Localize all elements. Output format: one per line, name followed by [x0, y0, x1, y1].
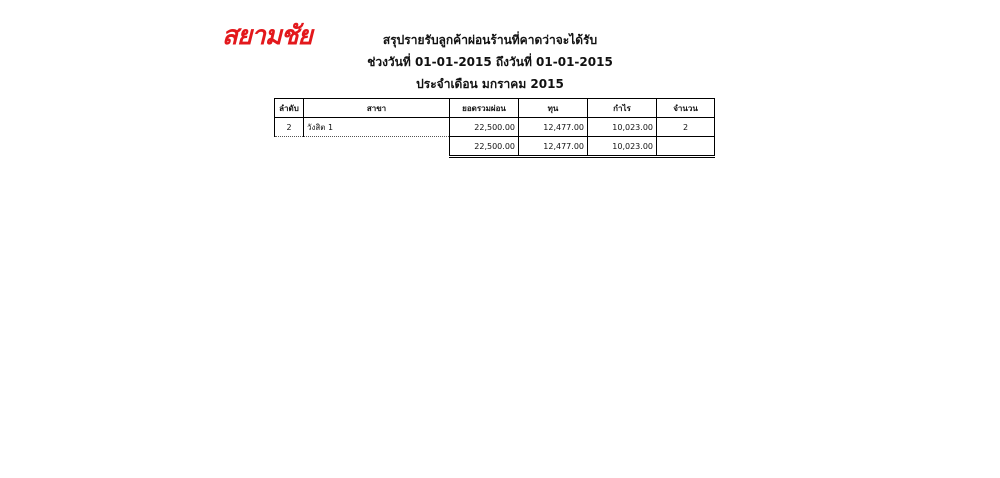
- header-count: จำนวน: [656, 98, 715, 118]
- report-period: ช่วงวันที่ 01-01-2015 ถึงวันที่ 01-01-20…: [367, 55, 613, 69]
- header-profit: กำไร: [587, 98, 657, 118]
- header-branch: สาขา: [303, 98, 450, 118]
- report-month: ประจำเดือน มกราคม 2015: [416, 77, 564, 91]
- report-title: สรุปรายรับลูกค้าผ่อนร้านที่คาดว่าจะได้รั…: [382, 33, 598, 47]
- totals-blank-branch: [304, 137, 450, 157]
- totals-blank-seq: [275, 137, 304, 157]
- cell-profit: 10,023.00: [587, 117, 657, 137]
- cell-branch: วังสิต 1: [303, 117, 450, 137]
- count-sum: [656, 136, 715, 158]
- table-header-row: ลำดับ สาขา ยอดรวมผ่อน ทุน กำไร จำนวน: [274, 98, 715, 118]
- total-sum: 22,500.00: [449, 136, 519, 158]
- table-row: 2 วังสิต 1 22,500.00 12,477.00 10,023.00…: [274, 117, 715, 137]
- header-cost: ทุน: [518, 98, 588, 118]
- cell-cost: 12,477.00: [518, 117, 588, 137]
- profit-sum: 10,023.00: [587, 136, 657, 158]
- cell-seq: 2: [274, 117, 304, 137]
- header-total: ยอดรวมผ่อน: [449, 98, 519, 118]
- cost-sum: 12,477.00: [518, 136, 588, 158]
- totals-row: 22,500.00 12,477.00 10,023.00: [275, 136, 715, 158]
- header-seq: ลำดับ: [274, 98, 304, 118]
- cell-count: 2: [656, 117, 715, 137]
- summary-table: ลำดับ สาขา ยอดรวมผ่อน ทุน กำไร จำนวน 2 ว…: [274, 98, 715, 158]
- cell-total: 22,500.00: [449, 117, 519, 137]
